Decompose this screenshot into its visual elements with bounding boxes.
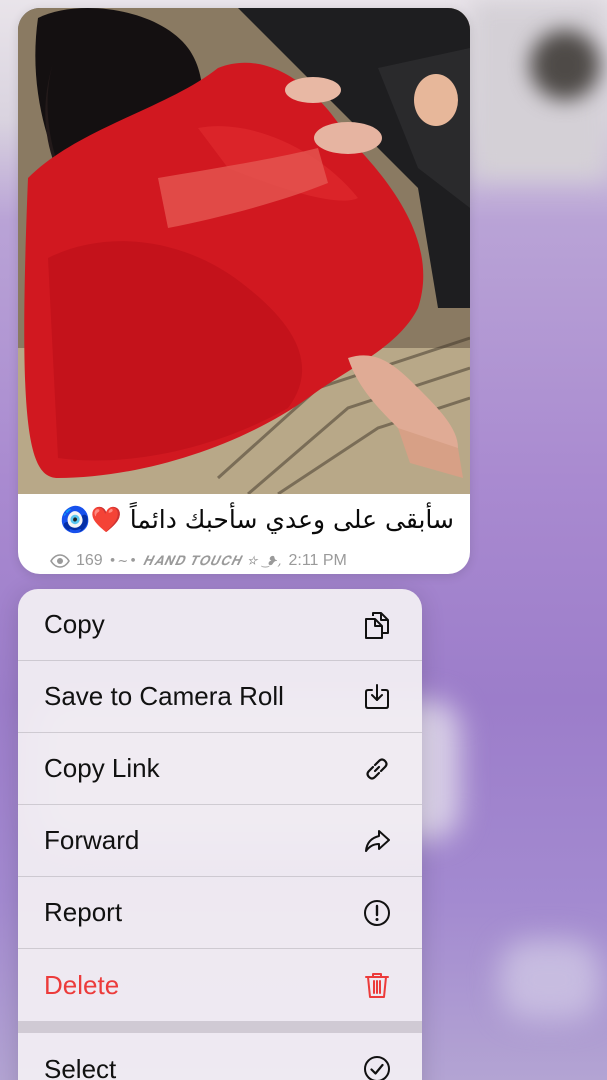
menu-item-copy-link[interactable]: Copy Link <box>18 733 422 805</box>
menu-item-label: Forward <box>44 825 140 855</box>
forward-arrow-icon <box>360 824 394 858</box>
background-blur <box>500 940 600 1020</box>
views-count: 169 <box>76 552 103 569</box>
menu-item-copy[interactable]: Copy <box>18 589 422 661</box>
menu-item-delete[interactable]: Delete <box>18 949 422 1021</box>
message-bubble[interactable]: سأبقى على وعدي سأحبك دائماً ❤️🧿 169 •~• … <box>18 8 470 574</box>
copy-icon <box>360 608 394 642</box>
photo-image <box>18 8 470 494</box>
menu-item-label: Select <box>44 1053 117 1080</box>
menu-item-label: Delete <box>44 969 120 1000</box>
menu-item-save-to-camera-roll[interactable]: Save to Camera Roll <box>18 661 422 733</box>
message-photo[interactable] <box>18 8 470 494</box>
checkmark-circle-icon <box>360 1052 394 1080</box>
author-signature: •~• 𝑯𝑨𝑵𝑫 𝑻𝑶𝑼𝑪𝑯 ☆ ͜ ❥, <box>108 554 283 569</box>
views-eye-icon <box>50 554 70 568</box>
context-menu: Copy Save to Camera Roll Copy Link Forwa… <box>18 589 422 1080</box>
save-download-icon <box>360 680 394 714</box>
menu-item-label: Report <box>44 897 123 927</box>
exclamation-circle-icon <box>360 896 394 930</box>
menu-item-select[interactable]: Select <box>18 1033 422 1080</box>
menu-item-label: Copy Link <box>44 753 160 783</box>
trash-icon <box>360 968 394 1002</box>
menu-item-label: Save to Camera Roll <box>44 681 284 711</box>
menu-item-report[interactable]: Report <box>18 877 422 949</box>
message-time: 2:11 PM <box>288 552 347 569</box>
chat-screen: سأبقى على وعدي سأحبك دائماً ❤️🧿 169 •~• … <box>0 0 607 1080</box>
menu-item-label: Copy <box>44 609 105 639</box>
message-meta: 169 •~• 𝑯𝑨𝑵𝑫 𝑻𝑶𝑼𝑪𝑯 ☆ ͜ ❥, 2:11 PM <box>50 550 347 572</box>
link-icon <box>360 752 394 786</box>
background-avatar <box>530 30 600 100</box>
message-caption: سأبقى على وعدي سأحبك دائماً ❤️🧿 <box>59 505 454 534</box>
menu-section-divider <box>18 1021 422 1033</box>
menu-item-forward[interactable]: Forward <box>18 805 422 877</box>
